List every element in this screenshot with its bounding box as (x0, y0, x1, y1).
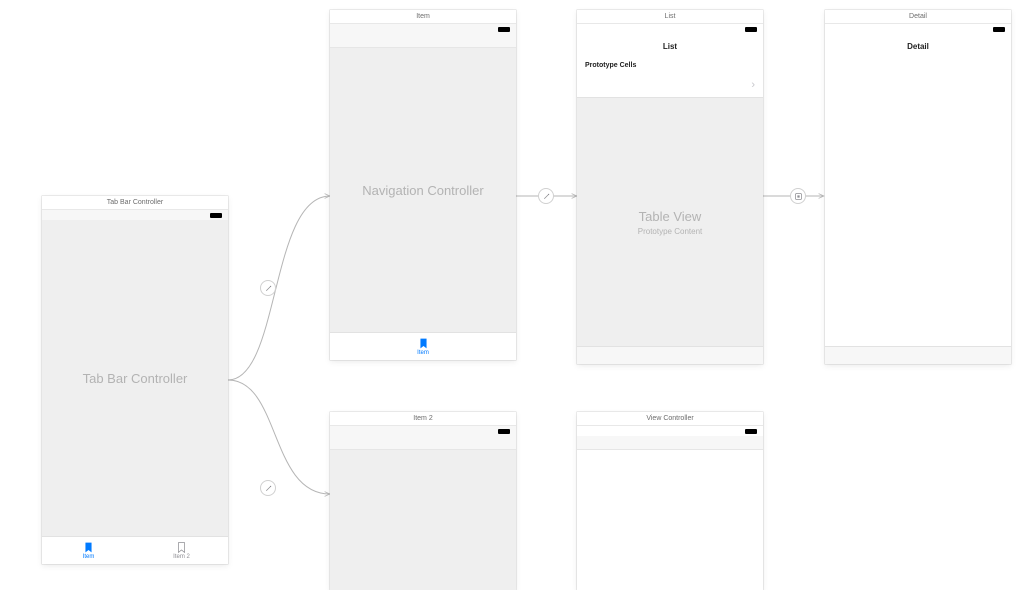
scene-title: Detail (825, 10, 1011, 24)
scene-list[interactable]: List List Prototype Cells › Table View P… (577, 10, 763, 364)
controller-body: Navigation Controller (330, 48, 516, 332)
tab-item-1[interactable]: Item (330, 333, 516, 360)
disclosure-indicator-icon: › (751, 79, 755, 91)
battery-icon (498, 27, 510, 32)
scene-title: View Controller (577, 412, 763, 426)
scene-view-controller[interactable]: View Controller (577, 412, 763, 590)
battery-icon (498, 429, 510, 434)
status-bar (42, 210, 228, 220)
status-bar (577, 24, 763, 34)
battery-icon (745, 429, 757, 434)
controller-body (577, 450, 763, 590)
battery-icon (745, 27, 757, 32)
scene-item2[interactable]: Item 2 (330, 412, 516, 590)
table-body: Table View Prototype Content (577, 98, 763, 346)
toolbar-placeholder (577, 346, 763, 364)
bookmark-icon (84, 542, 93, 553)
bookmark-icon (177, 542, 186, 553)
scene-title: List (577, 10, 763, 24)
scene-title: Tab Bar Controller (42, 196, 228, 210)
placeholder-label: Table View Prototype Content (577, 98, 763, 346)
scene-detail[interactable]: Detail Detail (825, 10, 1011, 364)
toolbar-placeholder (825, 346, 1011, 364)
nav-bar-empty (577, 436, 763, 450)
segue-relationship-icon[interactable] (538, 188, 554, 204)
segue-show-icon[interactable] (790, 188, 806, 204)
tab-label: Item 2 (173, 554, 190, 560)
bookmark-icon (419, 338, 428, 349)
storyboard-canvas[interactable]: Tab Bar Controller Tab Bar Controller It… (0, 0, 1035, 578)
nav-bar-empty (330, 436, 516, 450)
tab-label: Item (83, 554, 95, 560)
status-bar (330, 24, 516, 34)
battery-icon (210, 213, 222, 218)
scene-title: Item (330, 10, 516, 24)
tab-item-2[interactable]: Item 2 (135, 537, 228, 564)
placeholder-label: Tab Bar Controller (42, 220, 228, 536)
segue-relationship-icon[interactable] (260, 480, 276, 496)
tab-bar: Item Item 2 (42, 536, 228, 564)
controller-body (825, 58, 1011, 346)
battery-icon (993, 27, 1005, 32)
placeholder-label: Navigation Controller (330, 48, 516, 332)
nav-title: List (663, 42, 677, 51)
tab-label: Item (417, 350, 429, 356)
segue-relationship-icon[interactable] (260, 280, 276, 296)
table-section-header: Prototype Cells (577, 58, 763, 72)
tab-bar: Item (330, 332, 516, 360)
nav-bar: List (577, 34, 763, 58)
scene-tabbar-controller[interactable]: Tab Bar Controller Tab Bar Controller It… (42, 196, 228, 564)
tab-item-1[interactable]: Item (42, 537, 135, 564)
nav-bar: Detail (825, 34, 1011, 58)
prototype-cell[interactable]: › (577, 72, 763, 98)
status-bar (330, 426, 516, 436)
status-bar (577, 426, 763, 436)
nav-bar-empty (330, 34, 516, 48)
controller-body: Tab Bar Controller (42, 220, 228, 536)
scene-item-nav[interactable]: Item Navigation Controller Item (330, 10, 516, 360)
scene-title: Item 2 (330, 412, 516, 426)
status-bar (825, 24, 1011, 34)
nav-title: Detail (907, 42, 929, 51)
controller-body (330, 450, 516, 590)
